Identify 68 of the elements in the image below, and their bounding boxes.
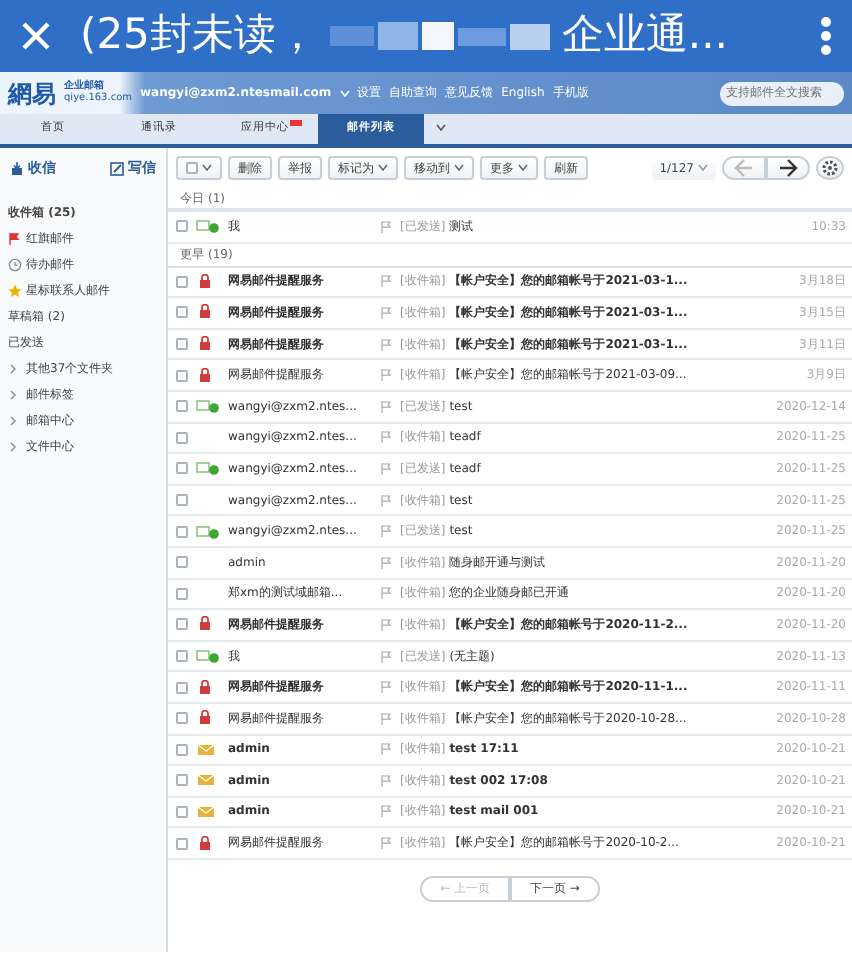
envelope-icon [195, 741, 219, 758]
checkbox[interactable] [176, 712, 188, 725]
flag-icon[interactable] [380, 461, 392, 476]
flag-icon[interactable] [380, 617, 392, 632]
checkbox[interactable] [176, 587, 188, 600]
flag-icon[interactable] [380, 493, 392, 508]
inbox-icon [10, 161, 24, 176]
checkbox[interactable] [176, 462, 188, 475]
pencil-icon [110, 161, 124, 176]
sent-mail-icon [195, 523, 219, 540]
settings-icon [820, 158, 840, 178]
more-menu-icon[interactable] [820, 16, 832, 56]
arrow-right-icon [776, 156, 800, 180]
checkbox[interactable] [176, 618, 188, 631]
checkbox[interactable] [176, 431, 188, 444]
flag-icon[interactable] [380, 555, 392, 570]
checkbox[interactable] [176, 556, 188, 569]
flag-icon[interactable] [380, 274, 392, 289]
logo-text: 網易 [8, 77, 56, 111]
caret-icon [698, 164, 708, 172]
sent-mail-icon [195, 398, 219, 415]
checkbox[interactable] [176, 400, 188, 413]
flag-icon [8, 231, 22, 245]
envelope-icon [195, 803, 219, 820]
sent-mail-icon [195, 648, 219, 665]
flag-icon[interactable] [380, 773, 392, 788]
flag-icon[interactable] [380, 742, 392, 757]
checkbox[interactable] [176, 494, 188, 507]
checkbox[interactable] [176, 681, 188, 694]
flag-icon[interactable] [380, 368, 392, 383]
flag-icon[interactable] [380, 305, 392, 320]
caret-icon [339, 89, 350, 97]
flag-icon[interactable] [380, 399, 392, 414]
close-icon[interactable] [20, 20, 52, 52]
checkbox[interactable] [176, 338, 188, 351]
star-icon [8, 283, 22, 297]
envelope-icon [195, 772, 219, 789]
flag-icon[interactable] [380, 680, 392, 695]
checkbox[interactable] [176, 743, 188, 756]
checkbox[interactable] [176, 306, 188, 319]
select-all-button[interactable] [176, 156, 222, 180]
settings-button[interactable] [816, 156, 844, 180]
flag-icon[interactable] [380, 586, 392, 601]
flag-icon[interactable] [380, 219, 392, 234]
checkbox[interactable] [176, 525, 188, 538]
checkbox[interactable] [176, 369, 188, 382]
flag-icon[interactable] [380, 836, 392, 851]
checkbox[interactable] [176, 220, 188, 233]
checkbox[interactable] [176, 837, 188, 850]
flag-icon[interactable] [380, 337, 392, 352]
flag-icon[interactable] [380, 649, 392, 664]
sent-mail-icon [195, 460, 219, 477]
checkbox[interactable] [176, 805, 188, 818]
caret-icon [202, 164, 212, 172]
arrow-left-icon [732, 156, 756, 180]
flag-icon[interactable] [380, 711, 392, 726]
flag-icon[interactable] [380, 524, 392, 539]
next-page-button[interactable] [766, 156, 810, 180]
flag-icon[interactable] [380, 430, 392, 445]
clock-icon [8, 257, 22, 271]
checkbox[interactable] [176, 650, 188, 663]
checkbox[interactable] [176, 275, 188, 288]
window-title: 企业通... [561, 8, 728, 63]
flag-icon[interactable] [380, 804, 392, 819]
window-title: (25封未读， [80, 8, 318, 63]
caret-icon [436, 123, 446, 132]
sent-mail-icon [195, 218, 219, 235]
checkbox[interactable] [176, 774, 188, 787]
